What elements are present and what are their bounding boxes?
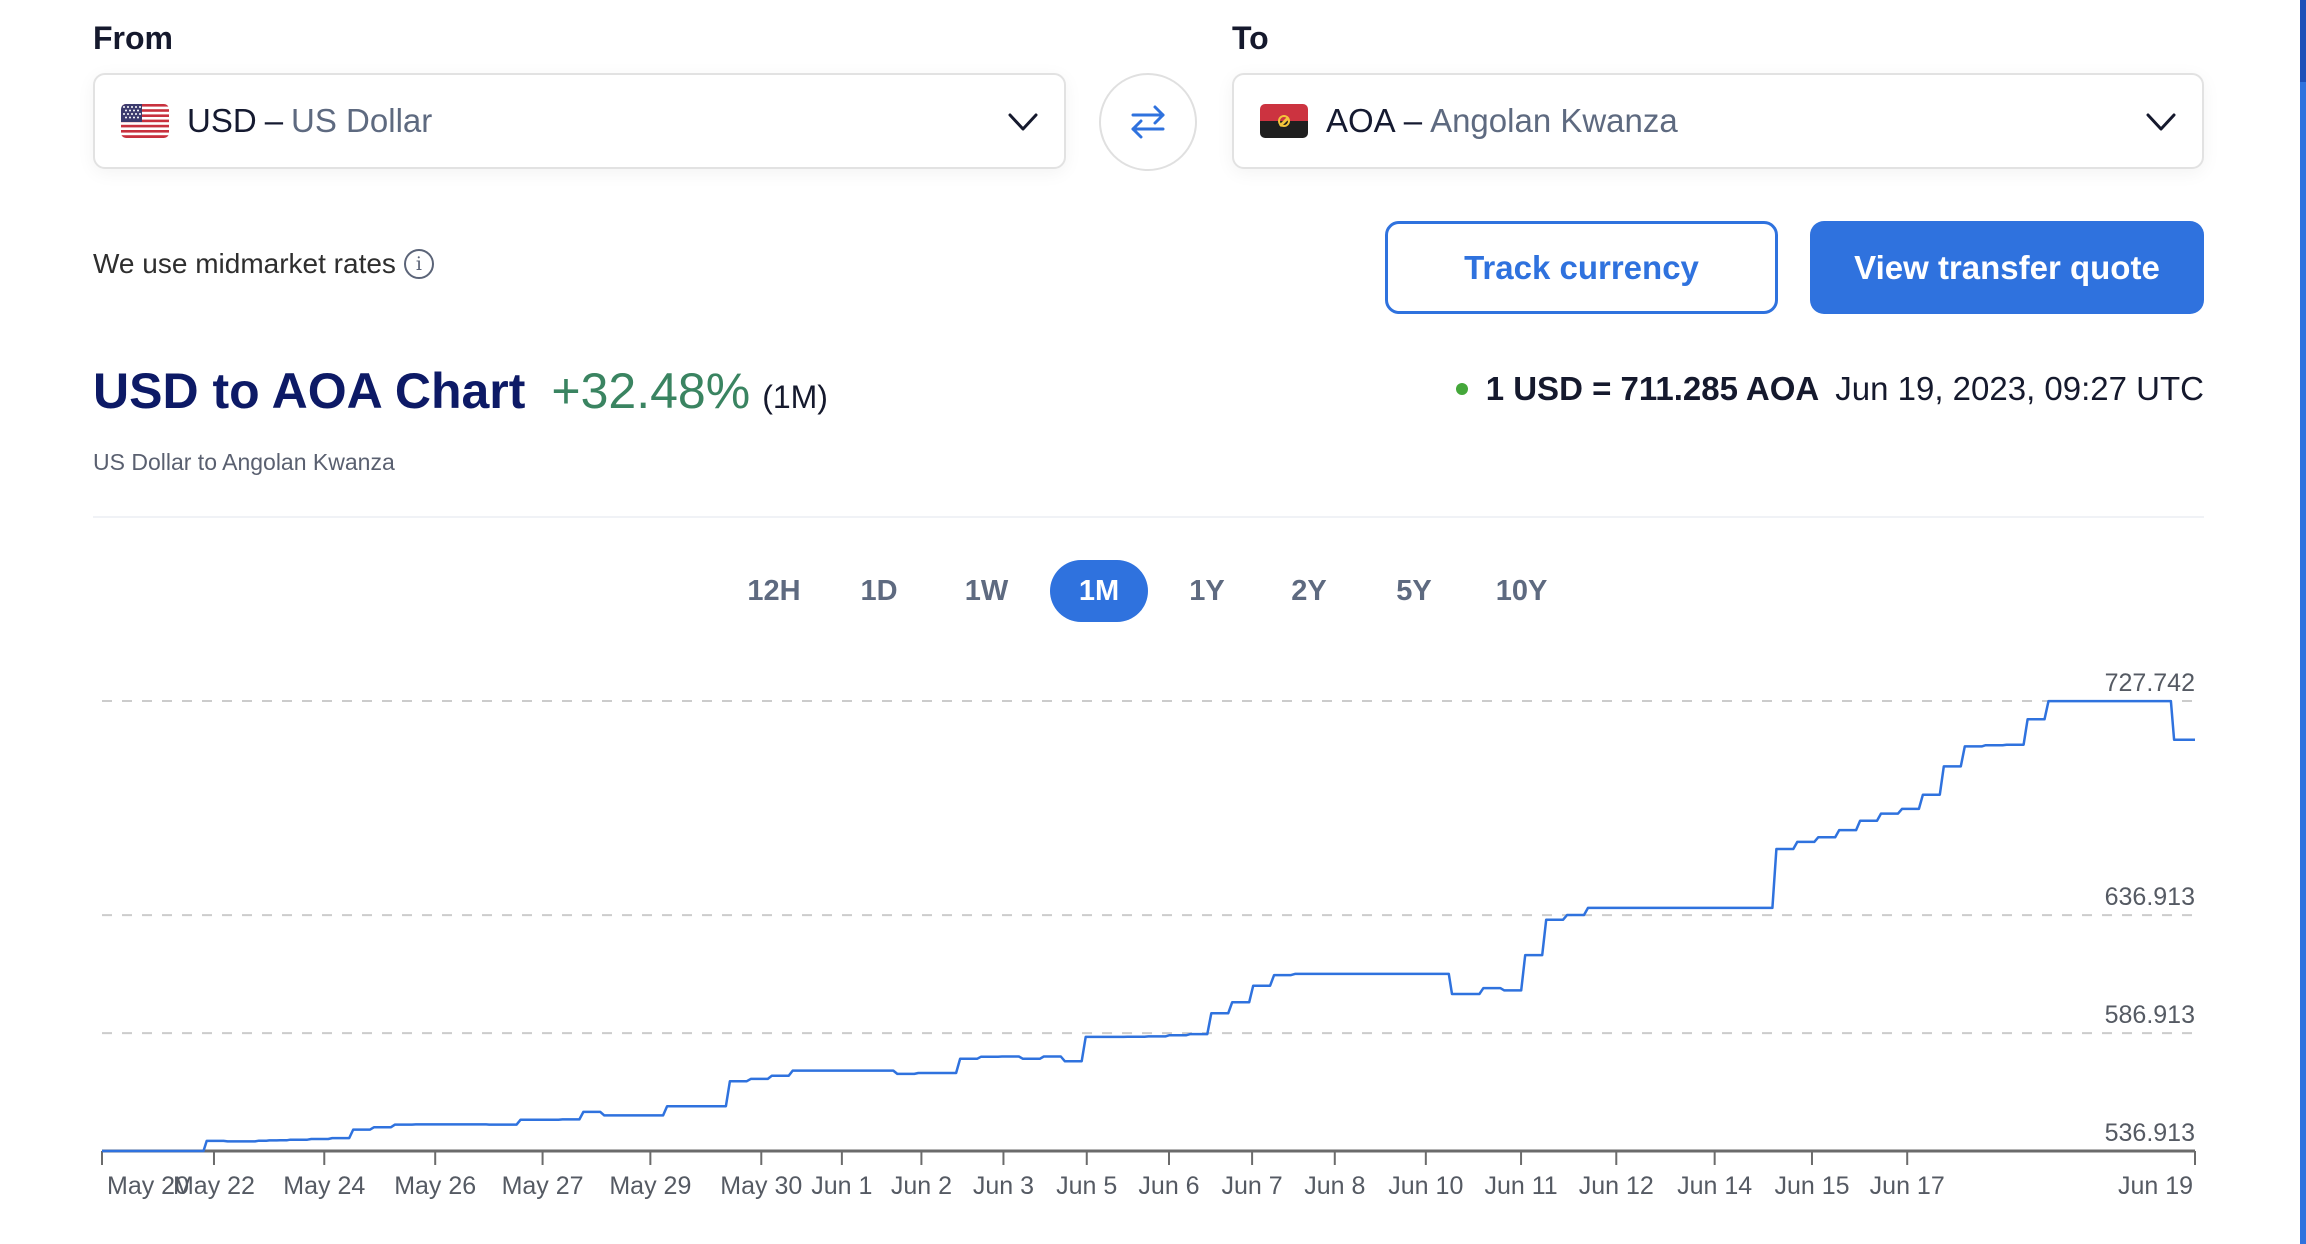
- x-tick-label: Jun 17: [1870, 1172, 1945, 1200]
- x-tick-label: Jun 8: [1304, 1172, 1365, 1200]
- series-line: [102, 699, 2195, 1153]
- x-tick-label: Jun 19: [2118, 1172, 2193, 1200]
- x-tick-label: Jun 6: [1138, 1172, 1199, 1200]
- x-tick-label: May 27: [502, 1172, 584, 1200]
- y-tick-label: 727.742: [2105, 669, 2195, 697]
- x-tick-label: May 29: [609, 1172, 691, 1200]
- rate-chart[interactable]: 727.742636.913586.913536.913May 20May 22…: [0, 0, 2306, 1244]
- x-tick-label: Jun 2: [891, 1172, 952, 1200]
- y-tick-label: 536.913: [2105, 1119, 2195, 1147]
- x-tick-label: Jun 7: [1222, 1172, 1283, 1200]
- x-tick-label: Jun 15: [1774, 1172, 1849, 1200]
- x-tick-label: May 22: [173, 1172, 255, 1200]
- x-tick-label: Jun 1: [811, 1172, 872, 1200]
- x-tick-label: Jun 11: [1484, 1172, 1557, 1200]
- y-tick-label: 636.913: [2105, 883, 2195, 911]
- x-tick-label: May 30: [720, 1172, 802, 1200]
- x-tick-label: Jun 14: [1677, 1172, 1752, 1200]
- x-tick-label: May 26: [394, 1172, 476, 1200]
- x-tick-label: Jun 3: [973, 1172, 1034, 1200]
- x-tick-label: May 24: [283, 1172, 365, 1200]
- x-tick-label: Jun 5: [1056, 1172, 1117, 1200]
- x-tick-label: Jun 12: [1579, 1172, 1654, 1200]
- x-tick-label: Jun 10: [1388, 1172, 1463, 1200]
- scrollbar-thumb[interactable]: [2300, 0, 2306, 82]
- y-tick-label: 586.913: [2105, 1001, 2195, 1029]
- scrollbar-edge: [2300, 0, 2306, 1244]
